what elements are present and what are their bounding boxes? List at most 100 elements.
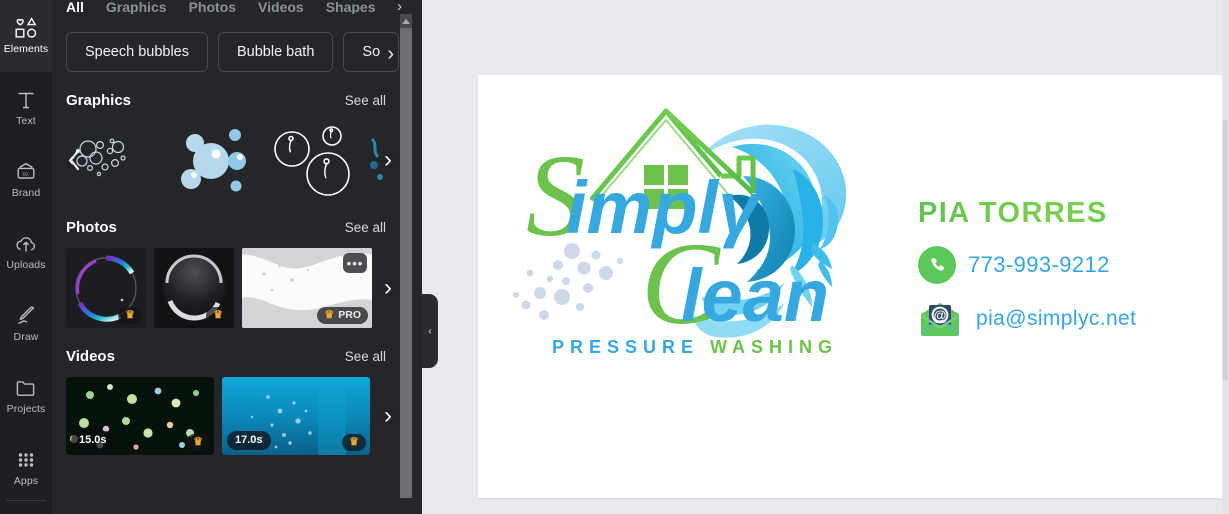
sidebar-item-label: Projects xyxy=(6,403,46,416)
pills-next-icon[interactable]: › xyxy=(387,44,394,64)
contact-name: PIA TORRES xyxy=(918,197,1198,230)
sidebar-item-label: Brand xyxy=(11,187,41,200)
sidebar-item-projects[interactable]: Projects xyxy=(0,360,52,432)
see-all-videos[interactable]: See all xyxy=(345,349,386,364)
graphic-tile[interactable] xyxy=(66,121,158,199)
tab-videos[interactable]: Videos xyxy=(258,0,304,14)
rail-divider xyxy=(6,500,46,501)
crown-icon: ♛ xyxy=(193,436,203,448)
design-content: S implγ C lean PRESSURE WASHING PIA TORR… xyxy=(478,75,1222,498)
sidebar-item-text[interactable]: Text xyxy=(0,72,52,144)
chevron-up-icon xyxy=(402,18,410,24)
elements-panel: All Graphics Photos Videos Shapes › Spee… xyxy=(52,0,422,514)
collapse-panel-button[interactable]: ‹ xyxy=(422,294,438,368)
pro-label: PRO xyxy=(338,309,361,322)
contact-phone: 773-993-9212 xyxy=(968,252,1110,277)
video-duration: 15.0s xyxy=(71,431,115,450)
stage-scrollbar-thumb[interactable] xyxy=(1223,120,1228,380)
apps-icon xyxy=(15,449,37,471)
canvas-stage: S implγ C lean PRESSURE WASHING PIA TORR… xyxy=(422,0,1229,514)
suggestion-pills: Speech bubbles Bubble bath So › xyxy=(52,14,408,72)
contact-email: pia@simplyc.net xyxy=(976,307,1137,330)
phone-icon xyxy=(918,246,956,284)
sidebar-item-label: Draw xyxy=(13,331,39,344)
crown-icon: ♛ xyxy=(349,436,359,448)
elements-icon xyxy=(14,17,38,39)
pro-badge: ♛ xyxy=(342,434,366,451)
logo-graphic[interactable]: S implγ C lean PRESSURE WASHING xyxy=(496,83,896,413)
graphic-tile[interactable] xyxy=(166,121,258,199)
see-all-photos[interactable]: See all xyxy=(345,220,386,235)
sidebar-item-label: Uploads xyxy=(6,259,46,272)
photo-tile[interactable]: ♛ xyxy=(154,248,234,328)
photo-tile[interactable]: ••• ♛ PRO xyxy=(242,248,372,328)
graphics-prev-icon[interactable]: ‹ xyxy=(68,150,75,170)
video-tile[interactable]: 15.0s ♛ xyxy=(66,377,214,455)
canva-editor: Elements Text co. Brand Uploads Draw Pro… xyxy=(0,0,1229,514)
tab-photos[interactable]: Photos xyxy=(189,0,236,14)
pro-badge: ♛ PRO xyxy=(317,307,368,324)
draw-icon xyxy=(14,305,38,327)
stage-scrollbar[interactable] xyxy=(1222,0,1229,514)
brand-icon: co. xyxy=(14,161,38,183)
section-header: Graphics See all xyxy=(66,92,394,109)
tab-all[interactable]: All xyxy=(66,0,84,14)
section-header: Photos See all xyxy=(66,219,394,236)
section-title: Photos xyxy=(66,219,117,236)
graphics-next-icon[interactable]: › xyxy=(384,148,392,172)
more-options-button[interactable]: ••• xyxy=(343,253,367,273)
videos-carousel: 15.0s ♛ 17.0s ♛ › xyxy=(66,377,394,455)
tab-shapes[interactable]: Shapes xyxy=(326,0,376,14)
scroll-up-button[interactable] xyxy=(400,14,412,28)
section-graphics: Graphics See all ‹ › xyxy=(52,72,408,199)
crown-icon: ♛ xyxy=(125,309,135,321)
section-videos: Videos See all 15.0s ♛ 17.0s ♛ › xyxy=(52,328,408,455)
video-duration: 17.0s xyxy=(227,431,271,450)
sidebar-item-label: Apps xyxy=(13,475,39,488)
videos-next-icon[interactable]: › xyxy=(384,404,392,428)
graphics-carousel: ‹ › xyxy=(66,121,394,199)
pro-badge: ♛ xyxy=(206,307,230,324)
projects-icon xyxy=(14,377,38,399)
pill-bubble-bath[interactable]: Bubble bath xyxy=(218,32,334,72)
sidebar-item-label: Text xyxy=(16,115,36,128)
tab-graphics[interactable]: Graphics xyxy=(106,0,167,14)
sidebar-item-brand[interactable]: co. Brand xyxy=(0,144,52,216)
pro-badge: ♛ xyxy=(186,434,210,451)
crown-icon: ♛ xyxy=(213,309,223,321)
uploads-icon xyxy=(14,233,38,255)
photos-carousel: ♛ ♛ ••• ♛ PRO › xyxy=(66,248,394,328)
sidebar-item-label: Elements xyxy=(3,43,49,56)
photos-next-icon[interactable]: › xyxy=(384,276,392,300)
graphics-row xyxy=(66,121,394,199)
panel-scrollbar[interactable] xyxy=(400,14,412,514)
svg-text:@: @ xyxy=(934,308,947,323)
photos-row: ♛ ♛ ••• ♛ PRO xyxy=(66,248,394,328)
logo-tagline: PRESSURE WASHING xyxy=(552,337,838,357)
contact-phone-row[interactable]: 773-993-9212 xyxy=(918,246,1198,284)
videos-row: 15.0s ♛ 17.0s ♛ xyxy=(66,377,394,455)
panel-scroll-content: All Graphics Photos Videos Shapes › Spee… xyxy=(52,0,408,455)
svg-text:co.: co. xyxy=(23,172,30,178)
pro-badge: ♛ xyxy=(118,307,142,324)
video-tile[interactable]: 17.0s ♛ xyxy=(222,377,370,455)
photo-tile[interactable]: ♛ xyxy=(66,248,146,328)
graphic-tile[interactable] xyxy=(266,121,358,199)
sidebar-item-uploads[interactable]: Uploads xyxy=(0,216,52,288)
text-icon xyxy=(15,89,37,111)
contact-block[interactable]: PIA TORRES 773-993-9212 @ pia@simplyc.ne… xyxy=(918,197,1198,338)
crown-icon: ♛ xyxy=(324,309,335,321)
sidebar-item-draw[interactable]: Draw xyxy=(0,288,52,360)
design-canvas[interactable]: S implγ C lean PRESSURE WASHING PIA TORR… xyxy=(478,75,1222,498)
sidebar-item-apps[interactable]: Apps xyxy=(0,432,52,504)
scrollbar-thumb[interactable] xyxy=(400,28,412,498)
section-photos: Photos See all ♛ ♛ ••• ♛ PRO › xyxy=(52,199,408,328)
see-all-graphics[interactable]: See all xyxy=(345,93,386,108)
sidebar-item-elements[interactable]: Elements xyxy=(0,0,52,72)
left-rail: Elements Text co. Brand Uploads Draw Pro… xyxy=(0,0,52,514)
section-title: Videos xyxy=(66,348,115,365)
pill-speech-bubbles[interactable]: Speech bubbles xyxy=(66,32,208,72)
tabs-next-icon[interactable]: › xyxy=(397,0,402,14)
email-icon: @ xyxy=(918,300,962,338)
contact-email-row[interactable]: @ pia@simplyc.net xyxy=(918,300,1198,338)
